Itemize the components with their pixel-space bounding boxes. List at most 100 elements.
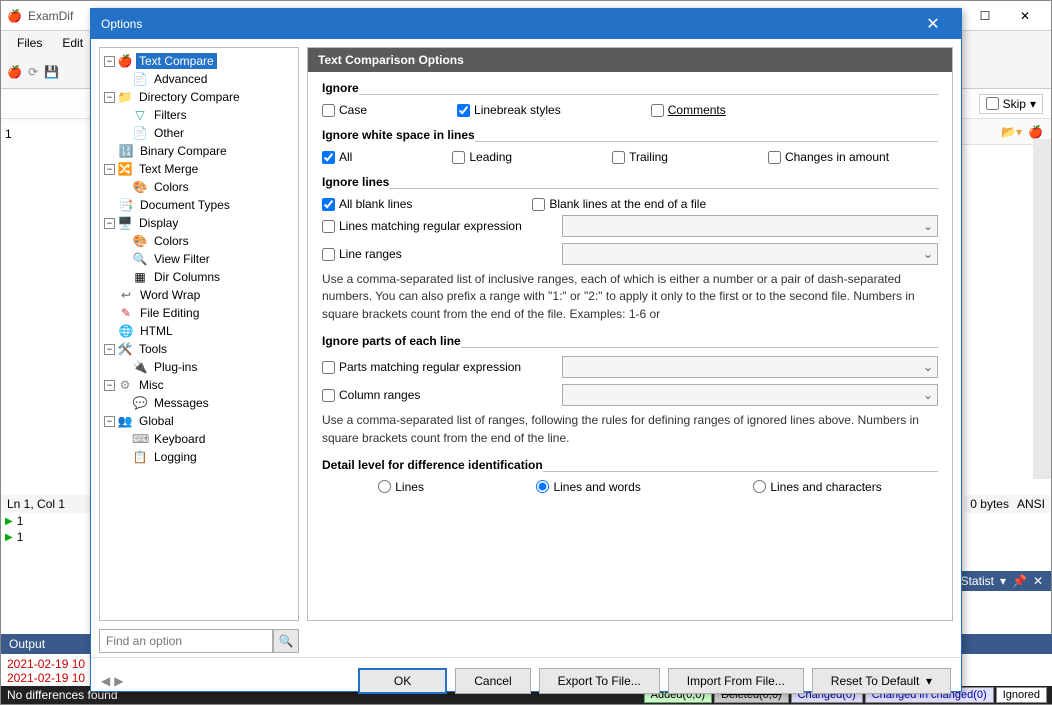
checkbox-blank-end[interactable]: Blank lines at the end of a file <box>532 197 706 211</box>
tree-html[interactable]: HTML <box>137 323 176 339</box>
arrow-right-icon: ▶ <box>5 532 13 543</box>
collapse-icon[interactable]: − <box>104 218 115 229</box>
pin-icon[interactable]: 📌 <box>1012 574 1027 588</box>
tree-tools[interactable]: Tools <box>136 341 170 357</box>
checkbox-all[interactable]: All <box>322 150 352 164</box>
regex-parts-combo[interactable]: ⌄ <box>562 356 938 378</box>
collapse-icon[interactable]: − <box>104 416 115 427</box>
checkbox-regex-parts[interactable]: Parts matching regular expression <box>322 360 552 374</box>
close-button[interactable]: ✕ <box>1005 2 1045 30</box>
maximize-button[interactable]: ☐ <box>965 2 1005 30</box>
tree-colors[interactable]: Colors <box>151 233 192 249</box>
collapse-icon[interactable]: − <box>104 56 115 67</box>
radio-lines-words[interactable]: Lines and words <box>536 480 640 494</box>
export-button[interactable]: Export To File... <box>539 668 660 694</box>
compare-icon[interactable]: 🍎 <box>7 65 22 79</box>
tree-advanced[interactable]: Advanced <box>151 71 210 87</box>
skip-checkbox[interactable] <box>986 97 999 110</box>
checkbox-column-ranges[interactable]: Column ranges <box>322 388 552 402</box>
menu-files[interactable]: Files <box>7 33 52 53</box>
collapse-icon[interactable]: − <box>104 380 115 391</box>
tree-logging[interactable]: Logging <box>151 449 200 465</box>
diff-marker[interactable]: ▶1 <box>1 513 91 529</box>
app-icon: 🍎 <box>7 9 22 23</box>
search-button[interactable]: 🔍 <box>273 629 299 653</box>
apple-icon[interactable]: 🍎 <box>1028 125 1043 139</box>
regex-lines-combo[interactable]: ⌄ <box>562 215 938 237</box>
search-input[interactable] <box>99 629 273 653</box>
tree-misc[interactable]: Misc <box>136 377 167 393</box>
cancel-button[interactable]: Cancel <box>455 668 530 694</box>
tree-plugins[interactable]: Plug-ins <box>151 359 200 375</box>
tree-global[interactable]: Global <box>136 413 177 429</box>
tree-merge[interactable]: Text Merge <box>136 161 201 177</box>
arrow-right-icon: ▶ <box>5 516 13 527</box>
folder-icon[interactable]: 📂▾ <box>1001 125 1022 139</box>
tree-viewfilter[interactable]: View Filter <box>151 251 213 267</box>
skip-dropdown[interactable]: Skip ▾ <box>979 94 1043 114</box>
checkbox-comments[interactable]: Comments <box>651 103 726 117</box>
checkbox-linebreak[interactable]: Linebreak styles <box>457 103 561 117</box>
collapse-icon[interactable]: − <box>104 344 115 355</box>
tree-wordwrap[interactable]: Word Wrap <box>137 287 203 303</box>
tree-keyboard[interactable]: Keyboard <box>151 431 208 447</box>
tree-fileedit[interactable]: File Editing <box>137 305 202 321</box>
wrap-icon: ↩ <box>118 288 134 302</box>
radio-lines-chars[interactable]: Lines and characters <box>753 480 881 494</box>
chevron-down-icon: ⌄ <box>923 247 933 261</box>
tree-colors[interactable]: Colors <box>151 179 192 195</box>
diff-markers: ▶1 ▶1 <box>1 513 91 545</box>
tools-icon: 🛠️ <box>117 342 133 356</box>
reset-button[interactable]: Reset To Default ▾ <box>812 668 951 694</box>
tree-binary[interactable]: Binary Compare <box>137 143 230 159</box>
checkbox-line-ranges[interactable]: Line ranges <box>322 247 552 261</box>
checkbox-changes-amount[interactable]: Changes in amount <box>768 150 889 164</box>
forward-button[interactable]: ▶ <box>114 674 123 688</box>
tree-dircols[interactable]: Dir Columns <box>151 269 223 285</box>
tree-messages[interactable]: Messages <box>151 395 212 411</box>
collapse-icon[interactable]: − <box>104 164 115 175</box>
dialog-close-button[interactable]: ✕ <box>915 12 951 36</box>
folder-icon: 📁 <box>117 90 133 104</box>
tree-dir-compare[interactable]: Directory Compare <box>136 89 243 105</box>
ok-button[interactable]: OK <box>358 668 447 694</box>
options-tree[interactable]: −🍎Text Compare 📄Advanced −📁Directory Com… <box>99 47 299 621</box>
hint-column-ranges: Use a comma-separated list of ranges, fo… <box>322 412 938 447</box>
tree-display[interactable]: Display <box>136 215 181 231</box>
checkbox-regex-lines[interactable]: Lines matching regular expression <box>322 219 552 233</box>
line-ranges-combo[interactable]: ⌄ <box>562 243 938 265</box>
tree-filters[interactable]: Filters <box>151 107 190 123</box>
diff-marker[interactable]: ▶1 <box>1 529 91 545</box>
plug-icon: 🔌 <box>132 360 148 374</box>
checkbox-trailing[interactable]: Trailing <box>612 150 668 164</box>
html-icon: 🌐 <box>118 324 134 338</box>
palette-icon: 🎨 <box>132 234 148 248</box>
display-icon: 🖥️ <box>117 216 133 230</box>
left-pane: 1 <box>1 123 91 493</box>
section-whitespace: Ignore white space in lines <box>322 128 475 142</box>
save-icon[interactable]: 💾 <box>44 65 59 79</box>
import-button[interactable]: Import From File... <box>668 668 804 694</box>
tree-text-compare[interactable]: Text Compare <box>136 53 217 69</box>
radio-lines[interactable]: Lines <box>378 480 424 494</box>
tree-other[interactable]: Other <box>151 125 187 141</box>
edit-icon: ✎ <box>118 306 134 320</box>
close-icon[interactable]: ✕ <box>1033 574 1043 588</box>
filter-icon: 🔍 <box>132 252 148 266</box>
page-icon: 📄 <box>132 126 148 140</box>
section-ignore: Ignore <box>322 81 359 95</box>
tree-doctypes[interactable]: Document Types <box>137 197 233 213</box>
statistics-panel[interactable]: Statist ▾ 📌 ✕ <box>953 571 1051 591</box>
search-bar: 🔍 <box>91 625 961 657</box>
palette-icon: 🎨 <box>132 180 148 194</box>
checkbox-case[interactable]: Case <box>322 103 367 117</box>
checkbox-leading[interactable]: Leading <box>452 150 512 164</box>
scrollbar[interactable] <box>1033 139 1051 479</box>
refresh-icon[interactable]: ⟳ <box>28 65 38 79</box>
line-number: 1 <box>5 127 87 141</box>
column-ranges-combo[interactable]: ⌄ <box>562 384 938 406</box>
collapse-icon[interactable]: − <box>104 92 115 103</box>
checkbox-blank-lines[interactable]: All blank lines <box>322 197 412 211</box>
menu-edit[interactable]: Edit <box>52 33 93 53</box>
back-button[interactable]: ◀ <box>101 674 110 688</box>
